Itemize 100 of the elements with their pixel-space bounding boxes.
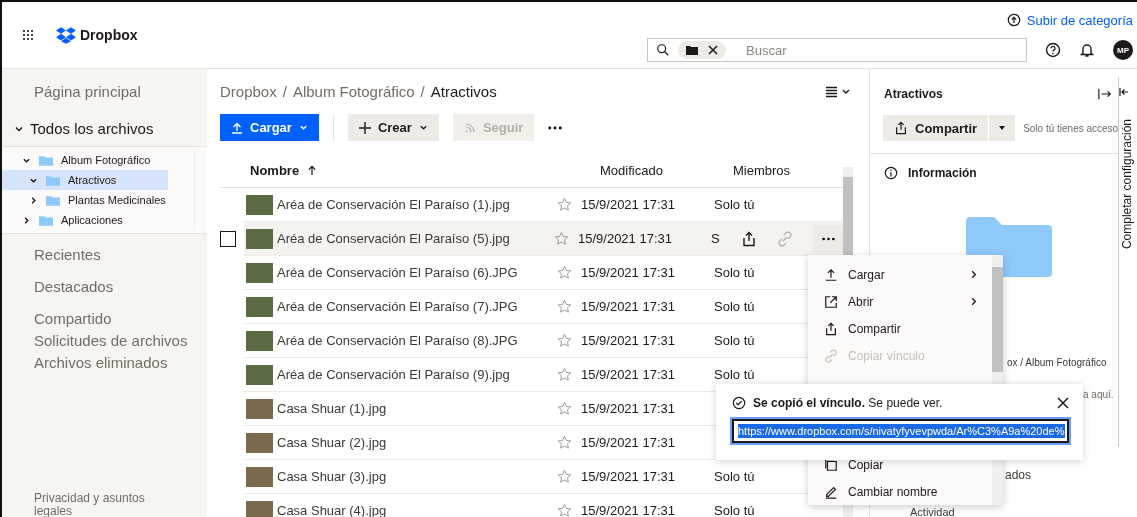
modified-date: 15/9/2021 17:31 (578, 231, 673, 246)
section-title: ados (1005, 468, 1032, 482)
file-name: Aréa de Conservación El Paraíso (1).jpg (277, 197, 511, 212)
photo-placeholder (246, 262, 273, 283)
folder-icon (46, 174, 60, 186)
star-icon[interactable] (557, 197, 572, 212)
close-icon[interactable] (1057, 397, 1069, 409)
sort-arrow-icon[interactable] (307, 164, 318, 176)
star-icon[interactable] (557, 435, 572, 450)
user-avatar[interactable]: MP (1113, 40, 1133, 60)
modified-date: 15/9/2021 17:31 (581, 265, 676, 280)
modified-date: 15/9/2021 17:31 (581, 333, 676, 348)
close-icon[interactable] (708, 45, 718, 55)
members-text: Solo tú (714, 197, 755, 212)
section-title: Información (908, 166, 977, 180)
pencil-icon (824, 484, 838, 499)
modified-date: 15/9/2021 17:31 (581, 299, 676, 314)
file-name: Casa Shuar (2).jpg (277, 435, 388, 450)
sidebar-item[interactable]: Página principal (2, 81, 207, 103)
folder-icon (686, 44, 698, 56)
share-icon (824, 321, 838, 336)
star-icon[interactable] (557, 401, 572, 416)
sidebar-item[interactable]: Archivos eliminados (2, 352, 207, 374)
star-icon[interactable] (557, 299, 572, 314)
members-text: Solo tú (714, 367, 755, 382)
star-icon[interactable] (557, 333, 572, 348)
open-icon (824, 294, 838, 309)
chevron-icon[interactable] (14, 124, 24, 134)
file-name: Casa Shuar (1).jpg (277, 401, 388, 416)
file-name: Aréa de Conservación El Paraíso (5).jpg (277, 231, 511, 246)
photo-placeholder (246, 194, 273, 215)
folder-path: ox / Album Fotográfico (1007, 357, 1107, 368)
photo-placeholder (246, 296, 273, 317)
column-header[interactable]: Modificado (600, 162, 733, 178)
search-field[interactable]: Buscar (647, 38, 1027, 62)
share-icon[interactable] (741, 230, 757, 247)
sidebar-item[interactable]: Todos los archivos (24, 118, 154, 140)
section-title: Actividad (910, 506, 955, 517)
folder-tree-item[interactable]: Atractivos (2, 170, 168, 190)
star-icon[interactable] (554, 231, 569, 246)
column-header[interactable]: Nombre (250, 162, 300, 178)
star-icon[interactable] (557, 469, 572, 484)
members-text: Solo tú (714, 333, 755, 348)
column-header[interactable]: Miembros (733, 162, 843, 178)
folder-filter-chip[interactable] (678, 41, 726, 59)
upgrade-link[interactable]: Subir de categoría (1026, 12, 1133, 28)
caret-icon (999, 126, 1006, 130)
sidebar-item[interactable]: Solicitudes de archivos (2, 330, 207, 352)
modified-date: 15/9/2021 17:31 (581, 401, 676, 416)
share-icon (894, 121, 908, 135)
modified-date: 15/9/2021 17:31 (581, 469, 676, 484)
file-name: Aréa de Conservación El Paraíso (8).JPG (277, 333, 519, 348)
photo-placeholder (246, 330, 273, 351)
help-icon[interactable] (1045, 42, 1061, 58)
create-button[interactable]: Crear (347, 114, 439, 141)
breadcrumb-item[interactable]: Dropbox (220, 83, 277, 100)
more-icon[interactable] (548, 125, 563, 130)
file-name: Aréa de Conservación El Paraíso (6).JPG (277, 265, 519, 280)
file-name: Casa Shuar (4).jpg (277, 503, 388, 517)
breadcrumb-item[interactable]: Album Fotográfico (292, 83, 415, 100)
star-icon[interactable] (557, 503, 572, 517)
breadcrumb-item[interactable]: Atractivos (430, 83, 497, 100)
search-input[interactable]: Buscar (744, 41, 948, 59)
link-icon (824, 348, 838, 363)
breadcrumb-separator: / (282, 83, 287, 100)
privacy-link[interactable]: Privacidad y asuntos legales (2, 492, 174, 517)
checkbox[interactable] (220, 230, 236, 247)
brand-name: Dropbox (80, 27, 138, 43)
file-name: Aréa de Conservación El Paraíso (9).jpg (277, 367, 511, 382)
info-icon (884, 166, 898, 180)
sidebar-item[interactable]: Compartido (2, 308, 207, 330)
check-circle-icon (732, 396, 746, 410)
panel-title: Atractivos (884, 87, 943, 101)
feed-icon (463, 121, 476, 134)
search-icon (656, 43, 670, 57)
sidebar-item[interactable]: Recientes (2, 244, 207, 266)
sidebar-item[interactable]: Destacados (2, 276, 207, 298)
upload-icon (231, 121, 243, 134)
more-button[interactable] (813, 225, 843, 252)
folder-tree-item[interactable]: Plantas Medicinales (2, 190, 168, 210)
access-text: Solo tú tienes acceso (1023, 122, 1119, 134)
folder-tree-item[interactable]: Aplicaciones (2, 210, 168, 230)
star-icon[interactable] (557, 367, 572, 382)
bell-icon[interactable] (1079, 42, 1095, 58)
photo-placeholder (246, 432, 273, 453)
share-button[interactable]: Compartir (883, 115, 989, 141)
setup-panel[interactable]: Completar configuración (1118, 77, 1137, 447)
star-icon[interactable] (557, 265, 572, 280)
app-grid-icon[interactable] (22, 29, 34, 41)
modified-date: 15/9/2021 17:31 (581, 503, 676, 517)
photo-placeholder (246, 228, 273, 249)
folder-tree-item[interactable]: Album Fotográfico (2, 150, 168, 170)
file-name: Casa Shuar (3).jpg (277, 469, 388, 484)
expand-panel-icon[interactable] (1119, 87, 1129, 97)
link-url-field[interactable]: https://www.dropbox.com/s/nivatyfyvevpwda/Ar%C3%A9a%20de% (732, 419, 1069, 443)
upload-icon (824, 267, 838, 282)
dropbox-logo-icon (56, 26, 76, 44)
caret-icon (298, 123, 308, 132)
upload-button[interactable]: Cargar (220, 114, 319, 141)
collapse-panel-icon[interactable] (1098, 87, 1112, 101)
